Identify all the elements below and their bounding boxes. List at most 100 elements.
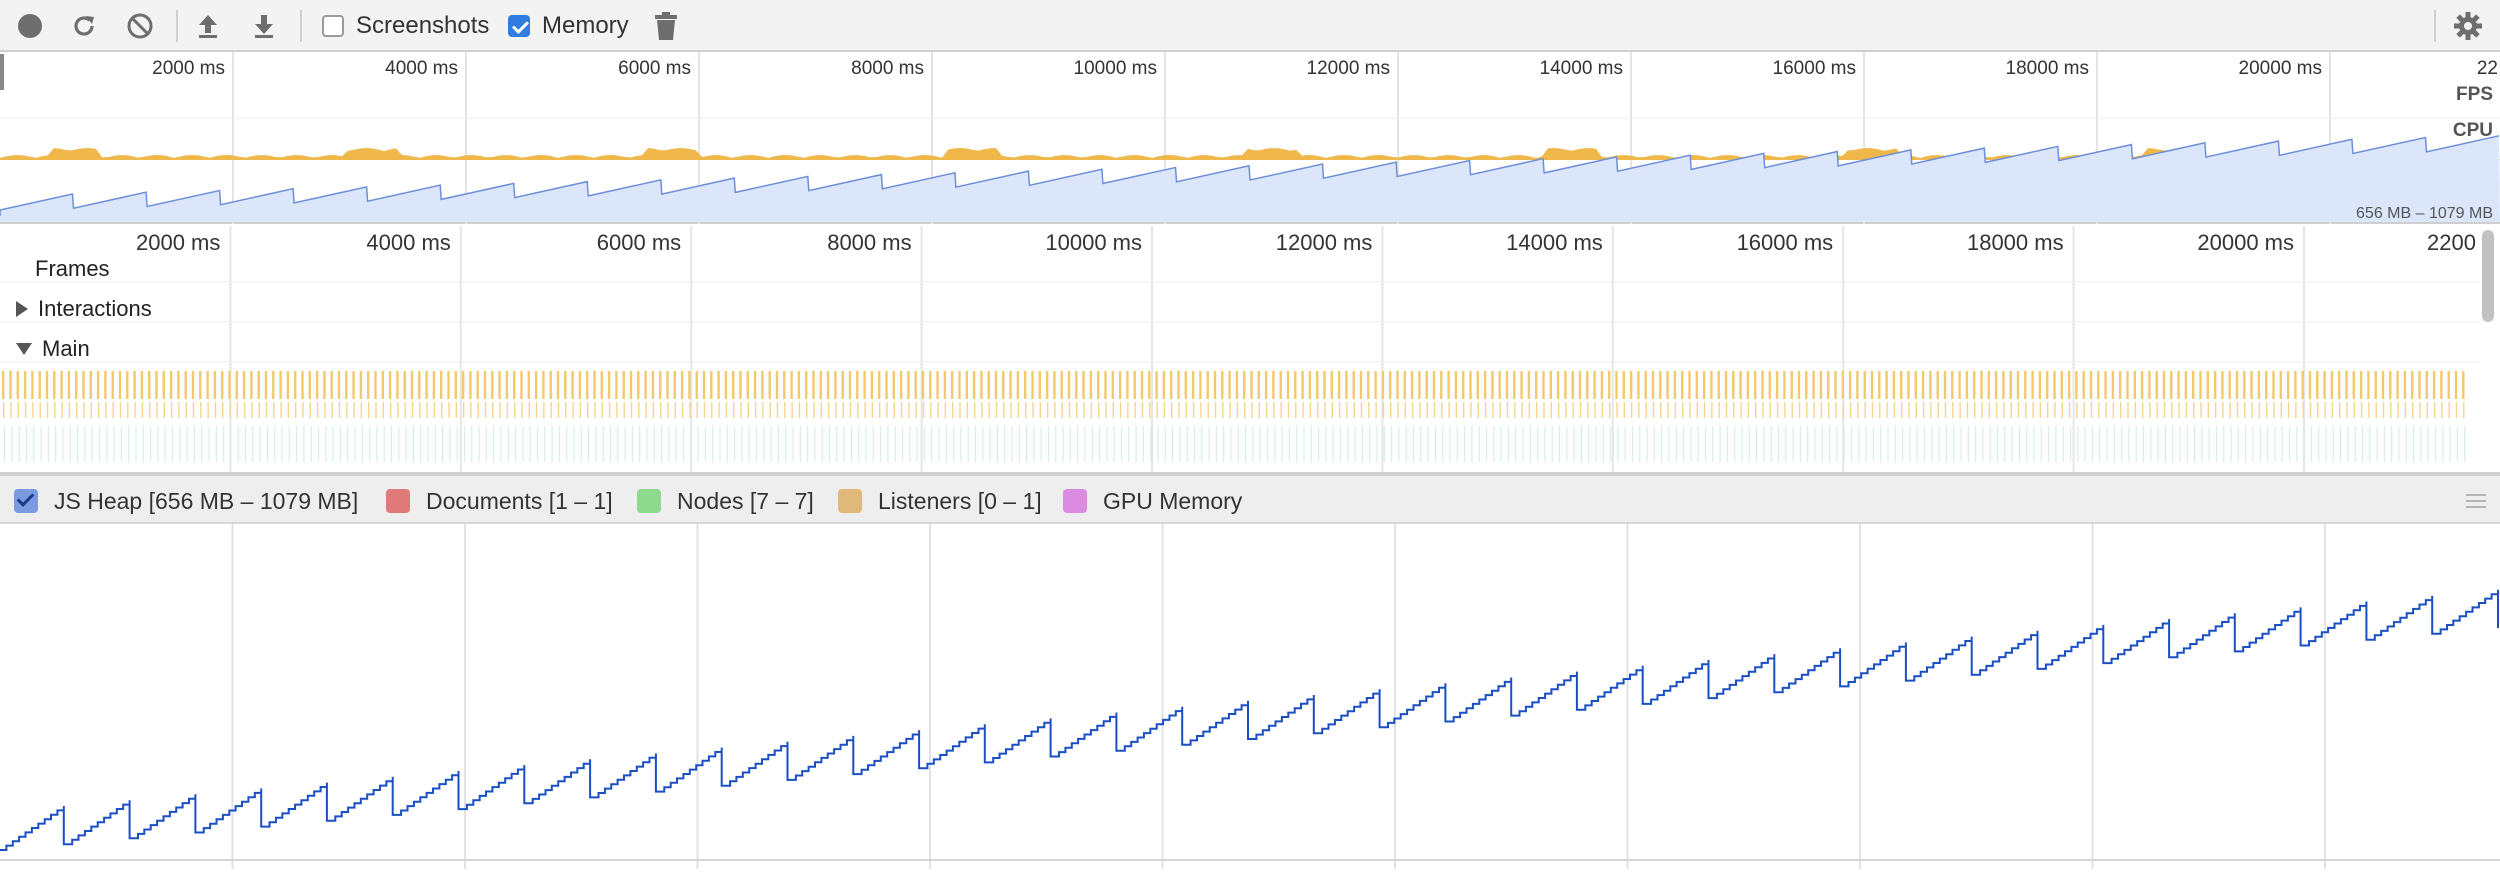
main-event-bar[interactable] xyxy=(119,402,122,418)
main-event-bar[interactable] xyxy=(280,402,282,418)
main-event-bar[interactable] xyxy=(1011,426,1013,462)
main-event-bar[interactable] xyxy=(388,371,392,399)
main-event-bar[interactable] xyxy=(411,402,414,418)
main-event-bar[interactable] xyxy=(381,371,384,399)
main-event-bar[interactable] xyxy=(1155,371,1158,399)
main-event-bar[interactable] xyxy=(1082,371,1085,399)
main-event-bar[interactable] xyxy=(1156,402,1158,418)
main-event-bar[interactable] xyxy=(864,402,866,418)
main-event-bar[interactable] xyxy=(916,426,918,462)
main-event-bar[interactable] xyxy=(814,426,816,462)
main-event-bar[interactable] xyxy=(651,371,655,399)
main-event-bar[interactable] xyxy=(732,371,735,399)
main-event-bar[interactable] xyxy=(2236,402,2239,418)
main-event-bar[interactable] xyxy=(1033,426,1035,462)
main-event-bar[interactable] xyxy=(505,371,509,399)
main-event-bar[interactable] xyxy=(2376,426,2378,462)
main-event-bar[interactable] xyxy=(171,426,174,462)
main-event-bar[interactable] xyxy=(169,371,173,399)
main-event-bar[interactable] xyxy=(1229,402,1231,418)
main-event-bar[interactable] xyxy=(1922,402,1925,418)
main-event-bar[interactable] xyxy=(1843,426,1845,462)
main-event-bar[interactable] xyxy=(353,402,355,418)
main-event-bar[interactable] xyxy=(120,426,122,462)
screenshots-checkbox[interactable] xyxy=(322,15,344,37)
main-event-bar[interactable] xyxy=(2112,402,2115,418)
main-event-bar[interactable] xyxy=(420,426,422,462)
main-event-bar[interactable] xyxy=(1192,402,1195,418)
main-event-bar[interactable] xyxy=(1996,426,1999,462)
main-event-bar[interactable] xyxy=(25,426,28,462)
main-event-bar[interactable] xyxy=(201,426,203,462)
main-event-bar[interactable] xyxy=(578,371,582,399)
main-event-bar[interactable] xyxy=(529,426,531,462)
main-event-bar[interactable] xyxy=(543,402,545,418)
main-event-bar[interactable] xyxy=(1520,371,1523,399)
main-event-bar[interactable] xyxy=(974,426,977,462)
main-event-bar[interactable] xyxy=(1595,426,1597,462)
main-event-bar[interactable] xyxy=(1980,371,1983,399)
main-event-bar[interactable] xyxy=(813,402,815,418)
main-event-bar[interactable] xyxy=(1396,371,1399,399)
main-event-bar[interactable] xyxy=(1740,402,1742,418)
nodes-checkbox[interactable] xyxy=(637,489,661,513)
main-event-bar[interactable] xyxy=(1287,402,1290,418)
main-event-bar[interactable] xyxy=(134,402,136,418)
main-event-bar[interactable] xyxy=(1864,402,1866,418)
main-event-bar[interactable] xyxy=(1880,426,1882,462)
main-event-bar[interactable] xyxy=(156,402,158,418)
main-event-bar[interactable] xyxy=(462,402,465,418)
main-event-bar[interactable] xyxy=(45,371,49,399)
main-event-bar[interactable] xyxy=(221,371,224,399)
main-event-bar[interactable] xyxy=(191,371,195,399)
main-event-bar[interactable] xyxy=(1820,402,1823,418)
main-event-bar[interactable] xyxy=(988,402,990,418)
main-event-bar[interactable] xyxy=(725,402,728,418)
main-event-bar[interactable] xyxy=(1747,402,1750,418)
main-event-bar[interactable] xyxy=(2235,371,2239,399)
main-event-bar[interactable] xyxy=(2352,371,2355,399)
main-event-bar[interactable] xyxy=(2067,371,2071,399)
main-event-bar[interactable] xyxy=(2286,371,2290,399)
main-event-bar[interactable] xyxy=(427,426,429,462)
main-event-bar[interactable] xyxy=(1829,426,1831,462)
main-event-bar[interactable] xyxy=(1732,371,1735,399)
gpu-memory-checkbox[interactable] xyxy=(1063,489,1087,513)
main-event-bar[interactable] xyxy=(272,371,275,399)
main-event-bar[interactable] xyxy=(1493,426,1495,462)
interactions-row[interactable]: Interactions xyxy=(16,296,152,322)
main-event-bar[interactable] xyxy=(775,371,779,399)
main-event-bar[interactable] xyxy=(2119,371,2122,399)
main-event-bar[interactable] xyxy=(1695,371,1698,399)
main-event-bar[interactable] xyxy=(11,426,13,462)
main-event-bar[interactable] xyxy=(360,402,363,418)
main-event-bar[interactable] xyxy=(463,426,466,462)
main-event-bar[interactable] xyxy=(477,402,479,418)
main-event-bar[interactable] xyxy=(1915,402,1917,418)
main-event-bar[interactable] xyxy=(2259,426,2261,462)
main-event-bar[interactable] xyxy=(2318,426,2320,462)
main-event-bar[interactable] xyxy=(2018,426,2020,462)
main-event-bar[interactable] xyxy=(1828,402,1830,418)
main-event-bar[interactable] xyxy=(1646,426,1648,462)
main-event-bar[interactable] xyxy=(1062,426,1064,462)
main-event-bar[interactable] xyxy=(1083,402,1085,418)
main-event-bar[interactable] xyxy=(150,426,152,462)
main-event-bar[interactable] xyxy=(586,371,589,399)
main-event-bar[interactable] xyxy=(566,426,568,462)
main-event-bar[interactable] xyxy=(2004,426,2006,462)
main-event-bar[interactable] xyxy=(77,426,79,462)
main-event-bar[interactable] xyxy=(1901,402,1903,418)
main-event-bar[interactable] xyxy=(90,402,92,418)
overview-window-handle[interactable] xyxy=(0,54,4,90)
main-event-bar[interactable] xyxy=(1244,402,1246,418)
main-event-bar[interactable] xyxy=(616,402,618,418)
main-event-bar[interactable] xyxy=(1610,426,1612,462)
main-event-bar[interactable] xyxy=(162,371,165,399)
main-event-bar[interactable] xyxy=(769,402,771,418)
main-event-bar[interactable] xyxy=(2359,371,2363,399)
main-event-bar[interactable] xyxy=(491,371,494,399)
main-event-bar[interactable] xyxy=(522,426,524,462)
main-event-bar[interactable] xyxy=(1668,426,1670,462)
main-event-bar[interactable] xyxy=(1148,371,1151,399)
